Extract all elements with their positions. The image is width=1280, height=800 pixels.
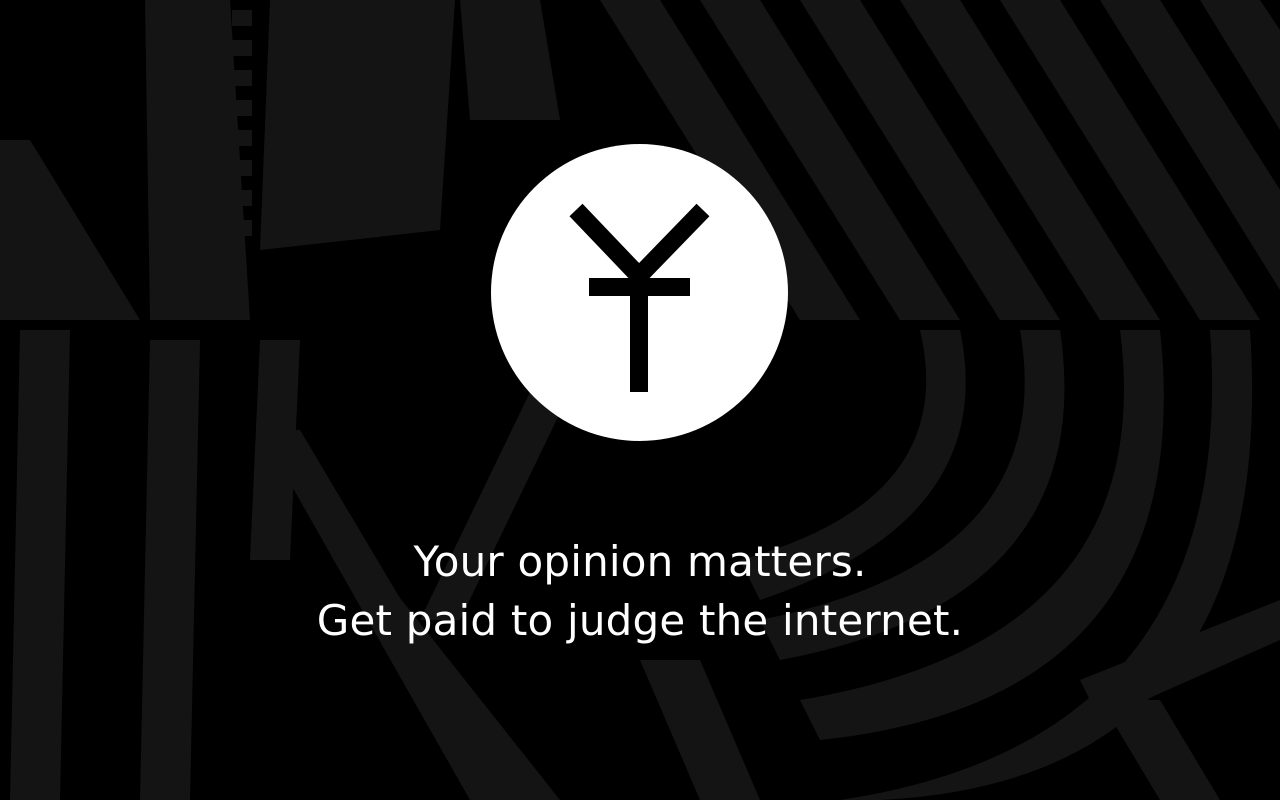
splash-screen: Your opinion matters. Get paid to judge …: [0, 0, 1280, 800]
tagline-line-1: Your opinion matters.: [413, 537, 867, 586]
tagline: Your opinion matters. Get paid to judge …: [0, 532, 1280, 650]
y-glyph-icon: [569, 203, 710, 392]
logo: [491, 144, 788, 441]
tagline-line-2: Get paid to judge the internet.: [316, 596, 964, 645]
